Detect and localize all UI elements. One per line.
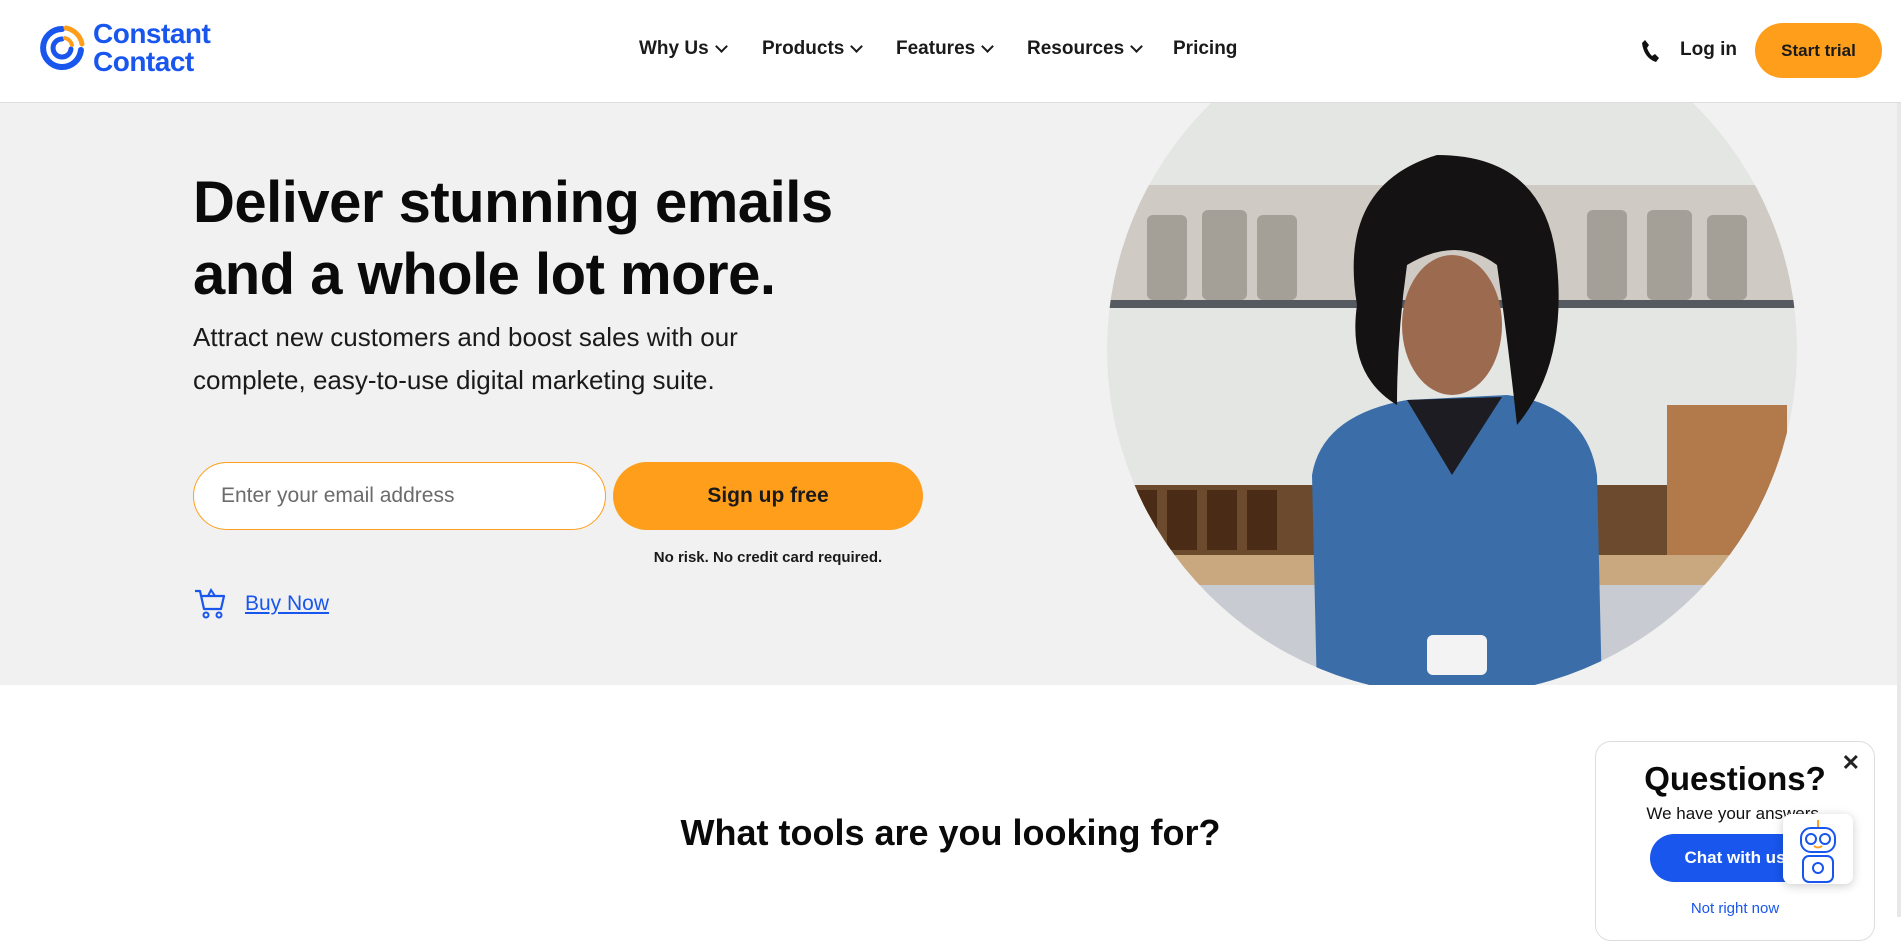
buy-now-link[interactable]: Buy Now xyxy=(193,587,329,621)
login-link[interactable]: Log in xyxy=(1680,39,1737,61)
scrollbar[interactable] xyxy=(1897,0,1901,917)
hero-section: Deliver stunning emails and a whole lot m… xyxy=(0,103,1901,685)
nav-pricing[interactable]: Pricing xyxy=(1173,38,1237,60)
nav-features[interactable]: Features xyxy=(896,38,995,60)
hero-photo xyxy=(1107,103,1797,685)
chevron-down-icon xyxy=(714,40,728,53)
close-icon[interactable]: ✕ xyxy=(1842,750,1860,776)
hero-subtext: Attract new customers and boost sales wi… xyxy=(193,322,738,395)
nav-resources[interactable]: Resources xyxy=(1027,38,1144,60)
sign-up-free-button[interactable]: Sign up free xyxy=(613,462,923,530)
not-right-now-link[interactable]: Not right now xyxy=(1596,900,1874,917)
shopping-cart-icon xyxy=(195,588,226,619)
woman-in-denim-shirt-image xyxy=(1107,103,1797,685)
chevron-down-icon xyxy=(1130,40,1144,53)
chatbot-robot-icon[interactable] xyxy=(1783,814,1853,884)
constant-contact-logo-icon xyxy=(40,25,85,70)
buy-now-text[interactable]: Buy Now xyxy=(245,592,329,616)
disclaimer-text: No risk. No credit card required. xyxy=(653,549,883,566)
email-input[interactable] xyxy=(193,462,606,530)
chevron-down-icon xyxy=(850,40,864,53)
site-header: Constant Contact Why Us Products Features… xyxy=(0,0,1901,103)
chevron-down-icon xyxy=(981,40,995,53)
nav-products[interactable]: Products xyxy=(762,38,864,60)
nav-why-us[interactable]: Why Us xyxy=(639,38,728,60)
popup-title: Questions? xyxy=(1644,760,1826,797)
hero-headline: Deliver stunning emails and a whole lot m… xyxy=(193,170,833,307)
start-trial-button[interactable]: Start trial xyxy=(1755,23,1882,78)
logo[interactable]: Constant Contact xyxy=(39,18,211,77)
logo-text: Constant Contact xyxy=(93,18,211,77)
phone-icon[interactable] xyxy=(1640,38,1660,64)
